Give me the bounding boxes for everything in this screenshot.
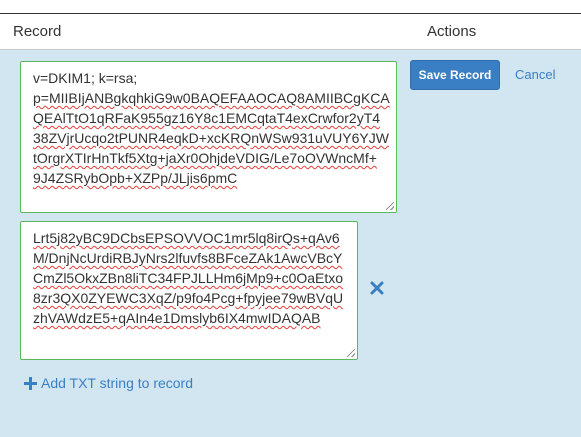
actions-column-header: Actions <box>427 23 477 40</box>
txt-line: 9J4ZSRybOpb+XZPp/JLjis6pmC <box>33 170 238 186</box>
table-header: Record Actions <box>0 14 581 50</box>
txt-line: Lrt5j82yBC9DCbsEPSOVVOC1mr5lq8irQs+qAv6 <box>33 230 340 246</box>
txt-line: p=MIIBIjANBgkqhkiG9w0BAQEFAAOCAQ8AMIIBCg… <box>33 90 390 106</box>
plus-icon <box>24 376 37 390</box>
txt-line: tOrgrXTIrHnTkf5Xtg+jaXr0OhjdeVDIG/Le7oOV… <box>33 150 377 166</box>
save-record-button[interactable]: Save Record <box>410 60 500 90</box>
cancel-link[interactable]: Cancel <box>515 67 555 82</box>
txt-line: M/DnjNcUrdiRBJyNrs2lfuvfs8BFceZAk1AwcVBc… <box>33 250 343 266</box>
record-column-header: Record <box>13 23 62 40</box>
txt-string-field-1[interactable]: v=DKIM1; k=rsa; p=MIIBIjANBgkqhkiG9w0BAQ… <box>20 61 397 213</box>
resize-handle[interactable] <box>386 202 394 210</box>
resize-handle[interactable] <box>347 349 355 357</box>
txt-line: QEAlTtO1qRFaK955gz16Y8c1EMCqtaT4exCrwfor… <box>33 110 381 126</box>
txt-line: zhVAWdzE5+qAIn4e1Dmslyb6IX4mwIDAQAB <box>33 310 321 326</box>
record-edit-panel: v=DKIM1; k=rsa; p=MIIBIjANBgkqhkiG9w0BAQ… <box>0 50 581 437</box>
txt-string-field-2[interactable]: Lrt5j82yBC9DCbsEPSOVVOC1mr5lq8irQs+qAv6 … <box>20 221 358 360</box>
add-txt-string-label: Add TXT string to record <box>41 375 193 391</box>
txt-line: v=DKIM1; k=rsa; <box>33 70 138 86</box>
txt-line: CmZl5OkxZBn8liTC34FPJLLHm6jMp9+c0OaEtxo <box>33 270 344 286</box>
add-txt-string-link[interactable]: Add TXT string to record <box>24 375 193 391</box>
txt-line: 38ZVjrUcqo2tPUNR4eqkD+xcKRQnWSw931uVUY6Y… <box>33 130 389 146</box>
times-icon[interactable] <box>369 280 385 296</box>
txt-line: 8zr3QX0ZYEWC3XqZ/p9fo4Pcg+fpyjee79wBVqU <box>33 290 344 306</box>
